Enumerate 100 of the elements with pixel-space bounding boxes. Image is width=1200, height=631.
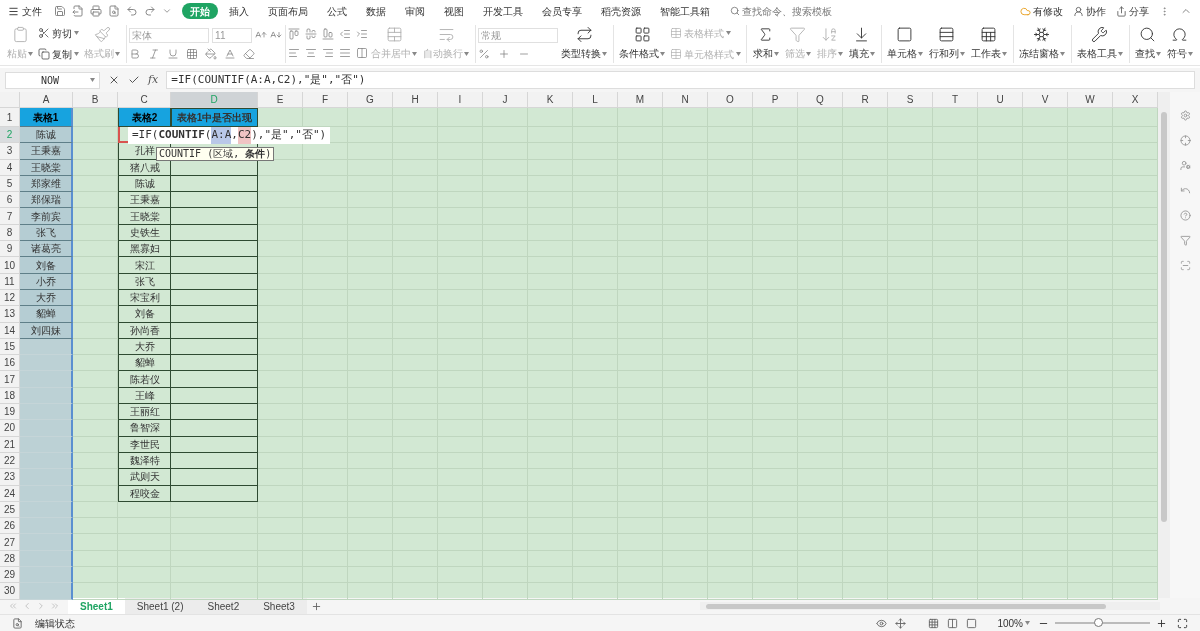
row-header[interactable]: 10 — [0, 257, 20, 274]
italic-icon[interactable] — [148, 47, 161, 60]
ribbon-button[interactable]: 填充 — [845, 26, 878, 61]
sheet-tab[interactable]: Sheet1 (2) — [124, 598, 196, 614]
sheet-tab[interactable]: Sheet3 — [251, 598, 307, 614]
ribbon-button[interactable]: 条件格式 — [616, 26, 669, 61]
add-sheet-icon[interactable] — [310, 600, 322, 612]
column-header[interactable]: J — [483, 92, 528, 108]
ribbon-button[interactable]: 工作表 — [967, 26, 1010, 61]
column-header[interactable]: U — [978, 92, 1023, 108]
row-header[interactable]: 19 — [0, 404, 20, 421]
align-right-icon[interactable] — [322, 47, 335, 59]
ribbon-button[interactable]: 查找 — [1132, 26, 1164, 61]
menu-tab[interactable]: 审阅 — [397, 3, 433, 19]
align-left-icon[interactable] — [288, 47, 301, 59]
insert-function-button[interactable]: fx — [148, 71, 159, 89]
column-header[interactable]: R — [843, 92, 888, 108]
settings-icon[interactable] — [1179, 110, 1191, 121]
row-header[interactable]: 29 — [0, 567, 20, 584]
column-header[interactable]: N — [663, 92, 708, 108]
column-header[interactable]: G — [348, 92, 393, 108]
fill-color-icon[interactable] — [205, 47, 218, 60]
grow-font-icon[interactable] — [255, 29, 268, 41]
indent-icon[interactable] — [356, 28, 369, 40]
row-header[interactable]: 7 — [0, 208, 20, 225]
column-header[interactable]: O — [708, 92, 753, 108]
clear-icon[interactable] — [243, 47, 256, 60]
row-header[interactable]: 30 — [0, 583, 20, 600]
export-icon[interactable] — [72, 5, 84, 17]
macro-icon[interactable] — [12, 617, 23, 629]
next-sheet-icon[interactable] — [36, 601, 46, 611]
filter-icon[interactable] — [1179, 235, 1191, 246]
column-header[interactable]: L — [573, 92, 618, 108]
column-header[interactable]: I — [438, 92, 483, 108]
ribbon-button[interactable]: 求和 — [749, 26, 782, 61]
align-bottom-icon[interactable] — [322, 28, 335, 40]
column-header[interactable]: Q — [798, 92, 843, 108]
formula-field[interactable]: =IF(COUNTIF(A:A,C2),"是","否") — [166, 71, 1195, 89]
row-header[interactable]: 26 — [0, 518, 20, 535]
menu-tab[interactable]: 稻壳资源 — [593, 3, 649, 19]
locate-icon[interactable] — [1179, 135, 1191, 146]
print-icon[interactable] — [90, 5, 102, 17]
sheet-tab[interactable]: Sheet2 — [195, 598, 252, 614]
outdent-icon[interactable] — [339, 28, 352, 40]
page-break-icon[interactable] — [966, 617, 978, 629]
column-header[interactable]: M — [618, 92, 663, 108]
move-icon[interactable] — [895, 617, 907, 629]
page-view-icon[interactable] — [947, 617, 959, 629]
distribute-icon[interactable] — [356, 47, 369, 59]
last-sheet-icon[interactable] — [50, 601, 60, 611]
row-header[interactable]: 3 — [0, 143, 20, 160]
align-middle-icon[interactable] — [305, 28, 318, 40]
bold-icon[interactable] — [129, 47, 142, 60]
shrink-font-icon[interactable] — [270, 29, 283, 41]
eye-icon[interactable] — [876, 617, 888, 629]
ribbon-button[interactable]: 剪切 — [36, 25, 81, 41]
file-menu[interactable]: 文件 — [8, 3, 42, 19]
normal-view-icon[interactable] — [928, 617, 940, 629]
increase-decimal-icon[interactable] — [498, 47, 511, 60]
header-action[interactable]: 分享 — [1116, 3, 1149, 19]
row-header[interactable]: 6 — [0, 192, 20, 209]
customize-icon[interactable] — [162, 6, 172, 16]
ribbon-button[interactable]: 类型转换 — [558, 26, 611, 61]
vertical-scrollbar[interactable] — [1158, 92, 1170, 598]
align-top-icon[interactable] — [288, 28, 301, 40]
row-header[interactable]: 17 — [0, 371, 20, 388]
undo-icon[interactable] — [126, 5, 138, 17]
row-header[interactable]: 1 — [0, 108, 20, 127]
column-header[interactable]: W — [1068, 92, 1113, 108]
menu-tab[interactable]: 开发工具 — [475, 3, 531, 19]
menu-tab[interactable]: 插入 — [221, 3, 257, 19]
ribbon-button[interactable]: 冻结窗格 — [1015, 26, 1068, 61]
ribbon-button[interactable]: 复制 — [36, 46, 81, 62]
column-header[interactable]: K — [528, 92, 573, 108]
menu-tab[interactable]: 页面布局 — [260, 3, 316, 19]
preview-icon[interactable] — [108, 5, 120, 17]
row-header[interactable]: 16 — [0, 355, 20, 372]
menu-tab[interactable]: 智能工具箱 — [652, 3, 718, 19]
menu-tab[interactable]: 视图 — [436, 3, 472, 19]
percent-icon[interactable] — [478, 47, 491, 60]
ribbon-button[interactable]: 行和列 — [925, 26, 968, 61]
name-box[interactable]: NOW — [5, 71, 100, 89]
column-header[interactable]: T — [933, 92, 978, 108]
zoom-level[interactable]: 100% — [997, 615, 1030, 631]
row-header[interactable]: 9 — [0, 241, 20, 258]
zoom-slider-thumb[interactable] — [1093, 618, 1103, 627]
cancel-icon[interactable] — [108, 74, 120, 86]
command-search[interactable]: 查找命令、搜索模板 — [730, 3, 832, 19]
column-header[interactable]: E — [258, 92, 303, 108]
row-header[interactable]: 23 — [0, 469, 20, 486]
row-header[interactable]: 27 — [0, 534, 20, 551]
column-header[interactable]: P — [753, 92, 798, 108]
cell-editor[interactable]: =IF(COUNTIF(A:A,C2),"是","否") — [128, 127, 331, 144]
menu-tab[interactable]: 会员专享 — [534, 3, 590, 19]
save-icon[interactable] — [54, 5, 66, 17]
header-action[interactable]: 有修改 — [1020, 3, 1063, 19]
scan-icon[interactable] — [1179, 260, 1191, 271]
header-action[interactable]: 协作 — [1073, 3, 1106, 19]
justify-icon[interactable] — [339, 47, 352, 59]
zoom-in-icon[interactable] — [1156, 617, 1167, 629]
